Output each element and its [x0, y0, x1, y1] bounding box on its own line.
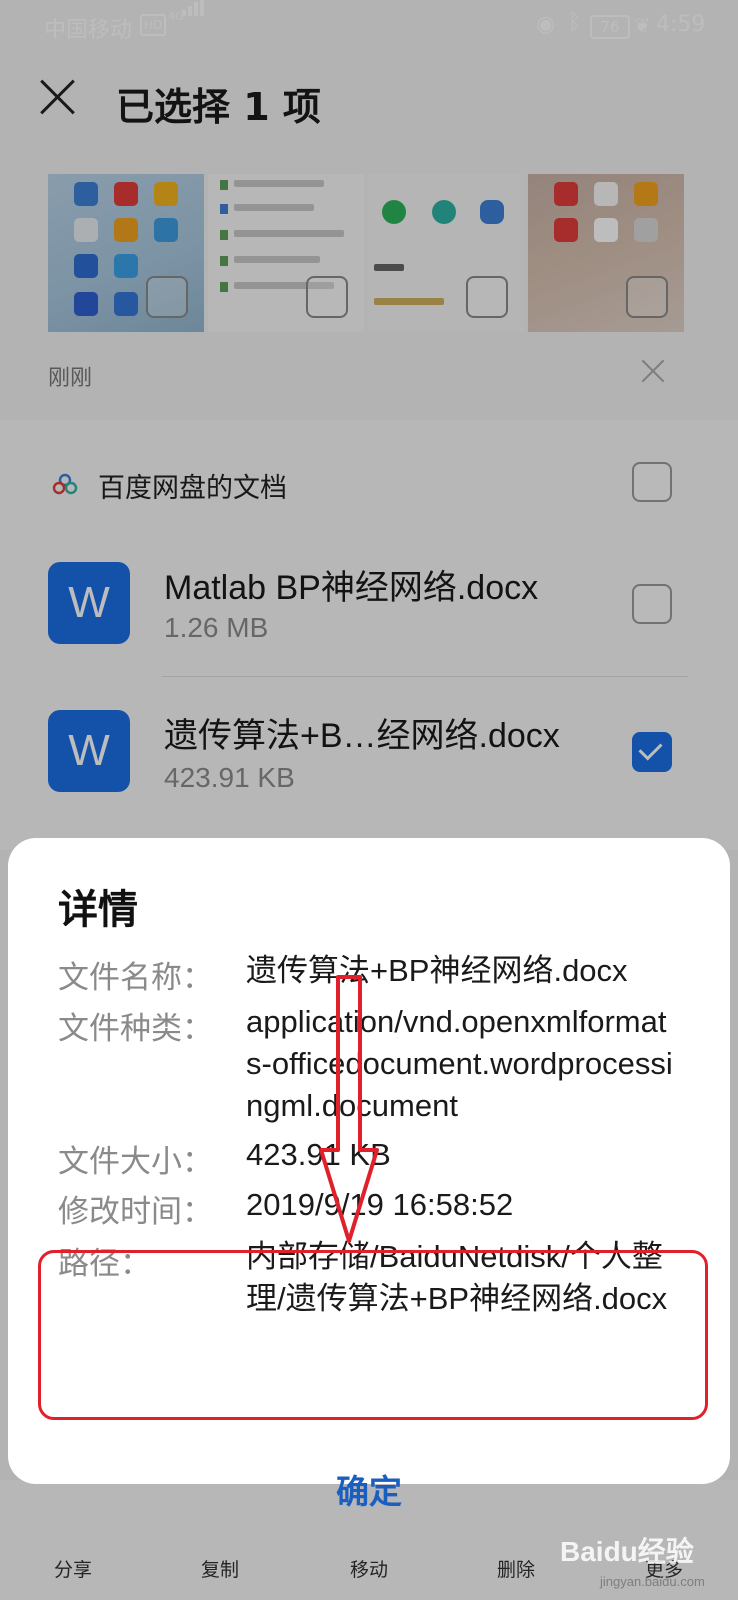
- detail-value-filename: 遗传算法+BP神经网络.docx: [246, 953, 628, 988]
- detail-value-filesize: 423.91 KB: [246, 1137, 391, 1172]
- watermark-brand: Baidu经验: [560, 1536, 694, 1567]
- highlight-box: [38, 1250, 708, 1420]
- watermark-url: jingyan.baidu.com: [600, 1574, 705, 1589]
- detail-value-filetype: application/vnd.openxmlformats-officedoc…: [246, 1004, 673, 1123]
- ok-button[interactable]: 确定: [0, 1465, 738, 1513]
- detail-label-modified: 修改时间：: [58, 1194, 213, 1230]
- dialog-title: 详情: [58, 887, 138, 933]
- detail-label-filetype: 文件种类：: [58, 1011, 213, 1047]
- detail-label-filename: 文件名称：: [58, 960, 213, 996]
- down-arrow-annotation: [319, 975, 379, 1243]
- detail-label-filesize: 文件大小：: [58, 1144, 213, 1180]
- detail-value-modified: 2019/9/19 16:58:52: [246, 1187, 514, 1222]
